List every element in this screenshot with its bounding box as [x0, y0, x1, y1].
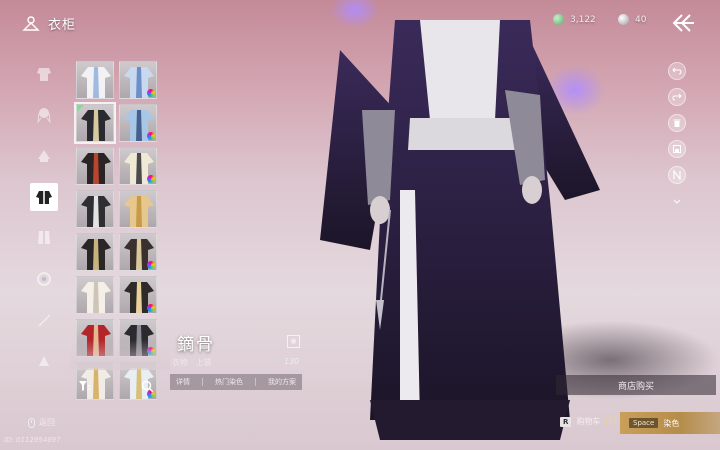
outfit-preview-icon — [81, 196, 111, 227]
dye-palette-icon — [147, 89, 155, 97]
undo-button[interactable] — [668, 62, 686, 80]
redo-button[interactable] — [668, 88, 686, 106]
jade-coin-icon — [553, 14, 564, 25]
outfit-thumbnail[interactable] — [119, 61, 157, 99]
silver-currency: 40 — [618, 14, 646, 25]
filter-icon[interactable] — [78, 380, 92, 392]
undo-icon — [672, 67, 682, 75]
new-badge — [77, 105, 84, 112]
weapon-skin-icon — [38, 314, 50, 326]
hanger-icon — [22, 15, 40, 31]
item-score: 130 — [284, 357, 300, 366]
cart-count: (2) — [605, 417, 617, 426]
redo-icon — [672, 93, 682, 101]
gender-toggle-button[interactable] — [668, 166, 686, 184]
back-arrow-icon[interactable] — [670, 12, 696, 34]
player-id: ID: 0112954697 — [4, 436, 61, 444]
tab-details[interactable]: 详情 — [176, 377, 190, 387]
outfit-thumbnail[interactable] — [119, 276, 157, 314]
tab-divider — [255, 378, 256, 386]
silver-coin-icon — [618, 14, 629, 25]
dye-label: 染色 — [663, 418, 680, 428]
gender-icon — [673, 170, 681, 180]
save-icon — [673, 145, 681, 153]
trash-icon — [673, 119, 681, 127]
page-title: 衣柜 — [48, 18, 77, 33]
outfit-preview-icon — [81, 67, 111, 98]
outfit-thumbnail[interactable] — [74, 102, 116, 144]
search-icon[interactable] — [141, 380, 154, 393]
item-mark-icon[interactable]: ※ — [287, 335, 300, 348]
wardrobe-header: 衣柜 — [22, 14, 76, 33]
more-icon — [673, 199, 681, 204]
category-headwear[interactable] — [30, 142, 58, 170]
hair-icon — [37, 108, 51, 124]
jade-currency: 3,122 — [553, 14, 596, 25]
outfit-thumbnail[interactable] — [76, 276, 114, 314]
back-button[interactable]: 返回 — [28, 417, 55, 428]
item-subtitle: 衣物 · 上装 — [172, 358, 212, 367]
top-bar: 衣柜 3,122 40 — [0, 0, 720, 50]
delete-button[interactable] — [668, 114, 686, 132]
outfit-thumbnail[interactable] — [76, 147, 114, 185]
outfit-thumbnail[interactable] — [119, 147, 157, 185]
cart-button[interactable]: R 购物车 (2) — [560, 416, 617, 427]
silver-amount: 40 — [635, 14, 647, 25]
cart-key-hint: R — [560, 416, 572, 427]
outfit-thumbnail[interactable] — [119, 190, 157, 228]
tab-popular-dyes[interactable]: 热门染色 — [215, 377, 243, 387]
outfit-preview-icon — [81, 239, 111, 270]
dye-palette-icon — [147, 304, 155, 312]
dye-palette-icon — [147, 261, 155, 269]
boots-icon — [38, 231, 50, 244]
grid-fade — [70, 340, 170, 370]
headwear-icon — [38, 150, 50, 162]
dye-palette-icon — [147, 132, 155, 140]
category-pet[interactable] — [30, 347, 58, 375]
jade-amount: 3,122 — [570, 14, 596, 25]
robe-icon — [37, 68, 51, 81]
tab-divider — [202, 378, 203, 386]
category-boots[interactable] — [30, 224, 58, 252]
outfit-icon — [36, 191, 52, 204]
outfit-thumbnail[interactable] — [76, 190, 114, 228]
outfit-preview-icon — [124, 196, 154, 227]
outfit-thumbnail[interactable] — [76, 61, 114, 99]
category-weapon-skin[interactable] — [30, 306, 58, 334]
category-outfit[interactable] — [30, 183, 58, 211]
mouse-icon — [28, 417, 35, 428]
tab-my-schemes[interactable]: 我的方案 — [268, 377, 296, 387]
item-name: 鏑骨 — [177, 335, 215, 355]
cart-label: 购物车 — [576, 417, 601, 426]
category-robe[interactable] — [30, 60, 58, 88]
back-label: 返回 — [39, 418, 55, 427]
category-accessory[interactable] — [30, 265, 58, 293]
pet-icon — [39, 356, 49, 366]
accessory-icon — [37, 272, 51, 286]
outfit-preview-icon — [81, 282, 111, 313]
dye-palette-icon — [147, 175, 155, 183]
dye-button[interactable]: Space 染色 — [620, 412, 720, 434]
dye-key-hint: Space — [629, 418, 659, 428]
category-sidebar — [30, 60, 60, 388]
tool-column — [668, 62, 686, 218]
outfit-thumbnail[interactable] — [76, 233, 114, 271]
category-hair[interactable] — [30, 101, 58, 129]
outfit-preview-icon — [81, 153, 111, 184]
save-button[interactable] — [668, 140, 686, 158]
more-button[interactable] — [668, 192, 686, 210]
outfit-thumbnail[interactable] — [119, 104, 157, 142]
shop-purchase-button[interactable]: 商店购买 — [556, 375, 716, 395]
outfit-thumbnail[interactable] — [119, 233, 157, 271]
item-info-tabs: 详情 热门染色 我的方案 — [170, 374, 302, 390]
